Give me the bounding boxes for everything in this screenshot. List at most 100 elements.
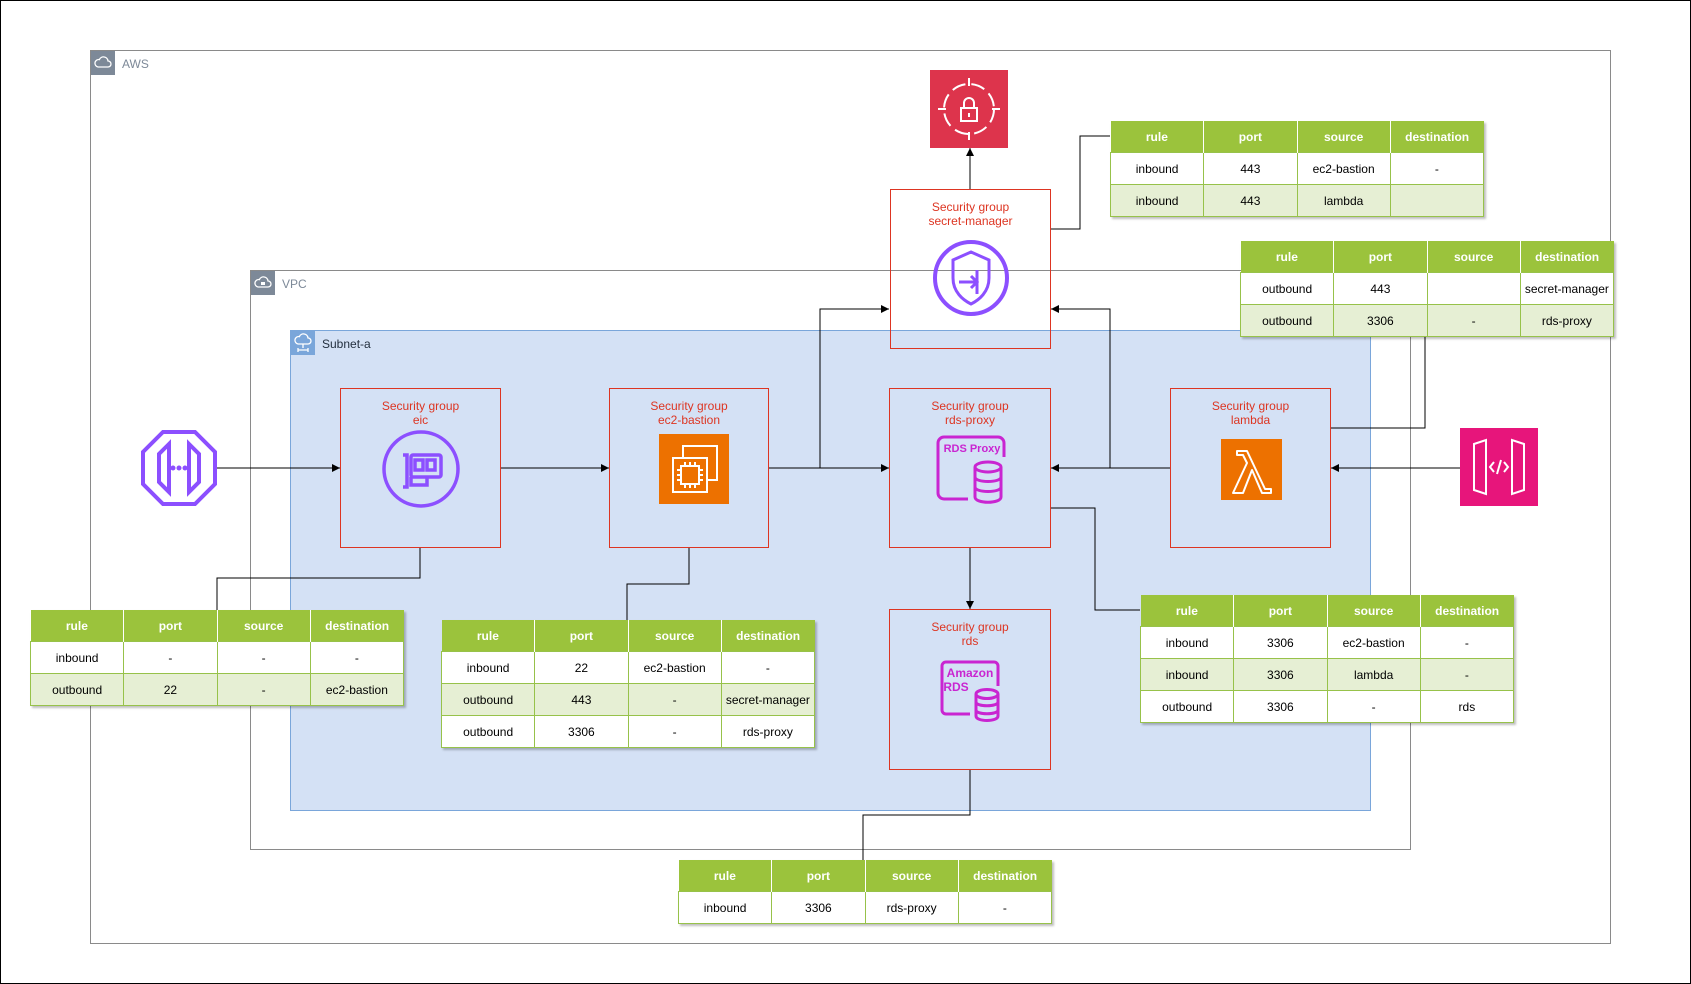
table-header-cell: port [1333,241,1427,273]
table-header-cell: destination [1519,241,1614,273]
table-cell: inbound [440,651,536,684]
table-cell: rds-proxy [864,891,959,924]
rds-icon-label-line2: RDS [943,680,968,694]
table-cell: 443 [1333,272,1428,305]
table-header-cell: source [627,620,722,652]
table-cell: 3306 [1333,304,1428,337]
rds-proxy-icon-label: RDS Proxy [944,443,1002,455]
table-header-row: rule port source destination [30,610,404,642]
table-header-row: rule port source destination [1140,595,1514,627]
rules-table-rds-proxy: rule port source destination inbound 3306 ec2-… [1139,595,1515,723]
table-cell: - [216,641,311,674]
security-group-title: Security group eic [381,399,460,427]
security-group-eic[interactable]: Security group eic [340,388,501,548]
table-header-cell: rule [30,610,124,642]
table-header-cell: rule [1240,241,1334,273]
table-cell: ec2-bastion [1326,626,1421,659]
table-cell: 22 [534,651,629,684]
rules-table-rds: rule port source destination inbound 3306 rds-… [677,860,1053,924]
table-cell: inbound [1109,184,1205,217]
table-cell: inbound [1139,658,1235,691]
table-row: inbound 3306 rds-proxy - [677,891,1053,924]
rules-table-ec2-bastion: rule port source destination inbound 22 ec2-ba… [440,620,816,748]
table-cell: - [627,683,722,716]
table-row: inbound - - - [29,641,405,674]
table-cell: inbound [1139,626,1235,659]
security-group-secret-manager[interactable]: Security group secret-manager [890,189,1051,349]
table-header-row: rule port source destination [1240,241,1614,273]
table-row: inbound 3306 ec2-bastion - [1139,626,1515,659]
security-group-rds-proxy[interactable]: Security group rds-proxy RDS Proxy [889,388,1051,548]
table-cell: ec2-bastion [627,651,722,684]
table-cell: - [1419,626,1515,659]
table-row: inbound 22 ec2-bastion - [440,651,816,684]
table-cell: rds-proxy [720,715,816,748]
lambda-icon [1221,439,1282,500]
table-header-cell: rule [1110,121,1204,153]
ec2-instance-icon [659,434,729,504]
arrow-lambda-to-secret-manager [1051,305,1111,468]
amazon-rds-icon: Amazon RDS [940,660,1004,722]
network-interface-icon [381,429,461,509]
table-cell [1426,272,1521,305]
table-cell: - [309,641,405,674]
table-cell: - [720,651,816,684]
table-header-cell: port [534,620,628,652]
link-rds-table [862,770,971,860]
security-group-ec2-bastion[interactable]: Security group ec2-bastion [609,388,769,548]
table-cell: 3306 [1233,690,1328,723]
table-header-cell: rule [678,860,772,892]
table-header-cell: port [123,610,217,642]
table-cell [1389,184,1485,217]
table-cell: outbound [1239,304,1335,337]
link-secret-manager-table [1050,135,1110,230]
table-header-cell: source [1326,595,1421,627]
table-cell: outbound [440,715,536,748]
rules-table-eic: rule port source destination inbound - - - outbo… [29,610,405,706]
table-cell: outbound [1139,690,1235,723]
security-group-title: Security group rds [931,620,1009,648]
table-cell: secret-manager [1519,272,1615,305]
security-group-title: Security group ec2-bastion [650,399,728,427]
table-cell: 443 [534,683,629,716]
table-row: inbound 3306 lambda - [1139,658,1515,691]
table-header-cell: destination [1419,595,1514,627]
rules-table-lambda: rule port source destination outbound 443 secr… [1239,241,1615,337]
table-cell: lambda [1326,658,1421,691]
security-group-title: Security group rds-proxy [931,399,1009,427]
table-row: outbound 3306- rds [1139,690,1515,723]
table-header-cell: source [864,860,959,892]
table-header-row: rule port source destination [1110,121,1484,153]
table-cell: lambda [1296,184,1391,217]
table-cell: ec2-bastion [309,673,405,706]
table-header-cell: rule [441,620,535,652]
security-group-rds[interactable]: Security group rds Amazon RDS [889,609,1051,770]
api-gateway-icon [1460,428,1538,506]
table-header-cell: port [1203,121,1297,153]
table-cell: secret-manager [720,683,816,716]
table-header-cell: source [1426,241,1521,273]
table-cell: - [1389,152,1485,185]
link-ec2-bastion-table [626,548,690,620]
table-header-cell: destination [1389,121,1484,153]
table-header-cell: source [1296,121,1391,153]
table-cell: - [1326,690,1421,723]
table-cell: outbound [1239,272,1335,305]
table-row: outbound 22- ec2-bastion [29,673,405,706]
security-group-lambda[interactable]: Security group lambda [1170,388,1331,548]
table-cell: inbound [29,641,125,674]
table-header-row: rule port source destination [678,860,1052,892]
table-row: outbound 3306- rds-proxy [1239,304,1615,337]
table-header-cell: destination [957,860,1052,892]
rds-proxy-icon: RDS Proxy [936,435,1008,505]
table-cell: rds [1419,690,1515,723]
table-cell: 3306 [1233,626,1328,659]
rds-icon-label-line1: Amazon [947,666,994,680]
table-header-row: rule port source destination [441,620,815,652]
link-lambda-table [1330,335,1426,429]
table-row: outbound 3306- rds-proxy [440,715,816,748]
table-cell: rds-proxy [1519,304,1615,337]
table-cell: outbound [440,683,536,716]
table-row: outbound 443 secret-manager [1239,272,1615,305]
table-header-cell: port [771,860,865,892]
